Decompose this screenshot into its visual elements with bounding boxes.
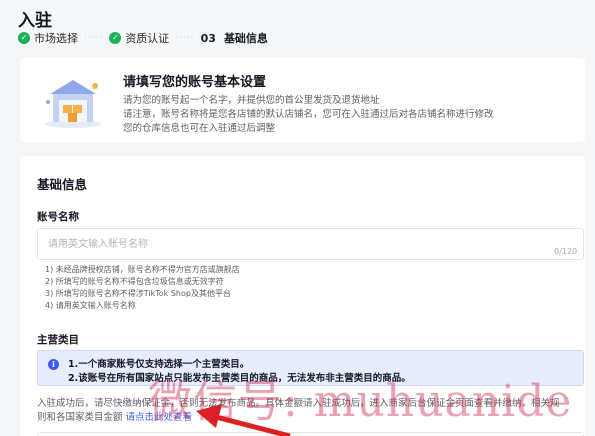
category-notice: i 1.一个商家账号仅支持选择一个主营类目。 2.该账号在所有国家站点只能发布主…: [37, 350, 584, 386]
check-circle-icon: ✓: [109, 32, 122, 44]
step-qualification: ✓ 资质认证: [109, 30, 169, 46]
warehouse-icon: [45, 80, 101, 128]
account-name-rule: 4) 请用英文输入账号名称: [45, 301, 136, 310]
deposit-info-text: 则和各国家类目金额 请点击此处查看: [37, 409, 192, 423]
step-separator: ·····: [84, 33, 104, 43]
step-label: 资质认证: [125, 32, 170, 45]
main-category-label: 主营类目: [37, 334, 79, 346]
notice-text: 2.该账号在所有国家站点只能发布主营类目的商品，无法发布非主营类目的商品。: [68, 373, 411, 384]
view-details-link[interactable]: 请点击此处查看: [126, 412, 193, 423]
step-separator: ·····: [175, 33, 195, 43]
page-title: 入驻: [18, 11, 52, 31]
basic-info-form: 基础信息 账号名称 0/120 1) 未经品牌授权店铺，账号名称不得为官方店或旗…: [20, 156, 585, 436]
banner-title: 请填写您的账号基本设置: [123, 75, 267, 90]
account-name-rule: 1) 未经品牌授权店铺，账号名称不得为官方店或旗舰店: [45, 265, 240, 274]
notice-text: 1.一个商家账号仅支持选择一个主营类目。: [68, 359, 250, 370]
account-name-input[interactable]: [37, 228, 584, 260]
banner-text: 请注意，账号名称将是您各店铺的默认店铺名，您可在入驻通过后对各店铺名称进行修改: [123, 109, 494, 120]
step-number: 03: [200, 31, 216, 45]
step-label: 市场选择: [34, 32, 78, 45]
deposit-info-text: 入驻成功后，请尽快缴纳保证金，否则无法发布商品。具体金额请入驻成功后，进入商家后…: [37, 398, 560, 409]
progress-steps: ✓ 市场选择 ····· ✓ 资质认证 ····· 03 基础信息: [18, 30, 268, 46]
step-label: 基础信息: [223, 32, 268, 45]
info-banner: 请填写您的账号基本设置 请为您的账号起一个名字，并提供您的首公里发货及退货地址 …: [20, 58, 585, 142]
banner-text: 您的仓库信息也可在入驻通过后调整: [123, 123, 276, 134]
account-name-rule: 2) 所填写的账号名称不得包含垃圾信息或无效字符: [45, 277, 224, 286]
step-basic-info: 03 基础信息: [201, 30, 268, 46]
account-name-label: 账号名称: [37, 211, 79, 223]
info-icon: i: [48, 359, 59, 370]
banner-text: 请为您的账号起一个名字，并提供您的首公里发货及退货地址: [123, 95, 380, 106]
category-select[interactable]: [37, 432, 584, 436]
deposit-info-text-2: 则和各国家类目金额: [37, 412, 123, 423]
section-title: 基础信息: [37, 177, 88, 192]
char-counter: 0/120: [554, 247, 578, 256]
step-market-selection: ✓ 市场选择: [18, 30, 78, 46]
account-name-rule: 3) 所填写的账号名称不得涉TikTok Shop及其他平台: [45, 289, 231, 298]
check-circle-icon: ✓: [18, 32, 30, 44]
